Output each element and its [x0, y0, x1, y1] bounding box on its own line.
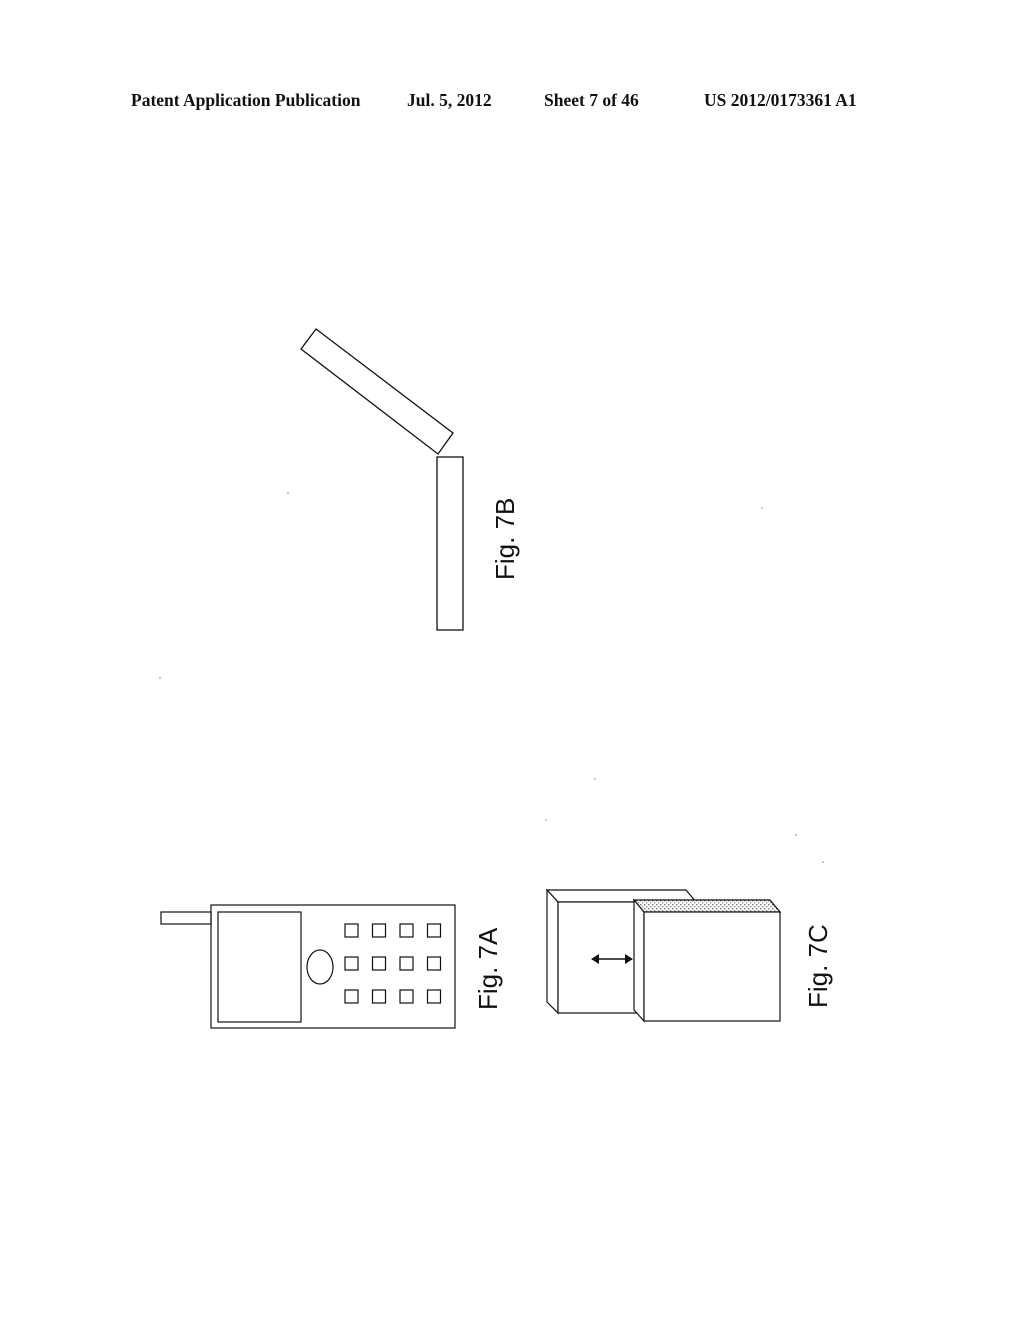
- figure-7a: [160, 904, 456, 1029]
- figure-7b: [300, 328, 464, 631]
- phone-display: [217, 911, 302, 1023]
- phone-antenna: [160, 911, 212, 925]
- keypad-key: [371, 989, 387, 1004]
- keypad-key: [399, 923, 414, 938]
- slider-back-side-face: [546, 888, 559, 1015]
- clamshell-lower-panel: [436, 456, 464, 631]
- slider-front-top-face: [632, 899, 782, 913]
- figure-7c: [545, 888, 782, 1023]
- keypad-key: [399, 956, 414, 971]
- slider-front-side-face: [633, 898, 645, 1023]
- keypad-key: [371, 923, 387, 938]
- figure-label-7c: Fig. 7C: [803, 924, 833, 1008]
- slider-front-front-face: [643, 911, 781, 1022]
- keypad-key: [344, 956, 359, 971]
- drawing-sheet: Fig. 7B Fig. 7A Fig. 7C: [159, 328, 833, 1029]
- clamshell-upper-panel: [300, 328, 454, 455]
- phone-keypad: [344, 923, 442, 1004]
- figure-label-7b: Fig. 7B: [490, 498, 520, 580]
- keypad-key: [344, 923, 359, 938]
- keypad-key: [426, 923, 442, 938]
- keypad-key: [399, 989, 414, 1004]
- keypad-key: [426, 989, 442, 1004]
- figure-label-7a: Fig. 7A: [473, 927, 503, 1010]
- keypad-key: [371, 956, 387, 971]
- phone-nav-button: [306, 949, 334, 985]
- keypad-key: [344, 989, 359, 1004]
- keypad-key: [426, 956, 442, 971]
